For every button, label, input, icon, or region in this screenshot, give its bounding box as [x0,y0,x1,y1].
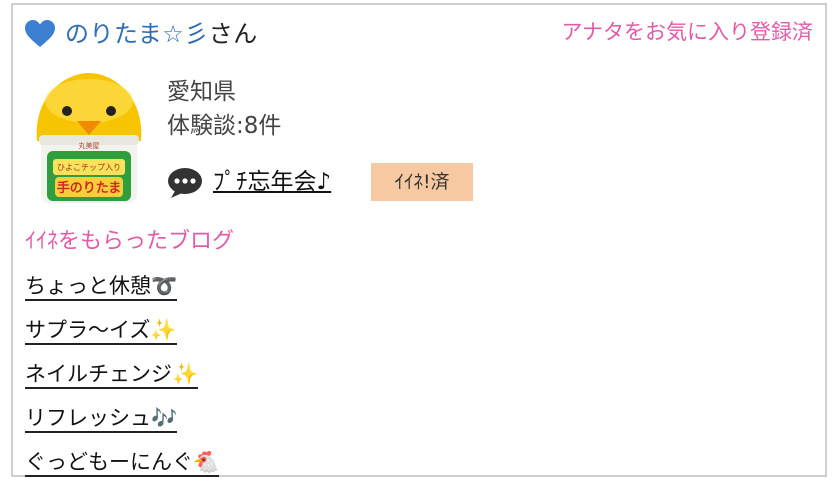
profile-header: のりたま☆彡さん アナタをお気に入り登録済 [25,17,813,51]
blog-link[interactable]: ぐっどもーにんぐ🐔 [25,450,220,477]
blog-link[interactable]: ネイルチェンジ✨ [25,362,199,389]
avatar[interactable]: 丸美屋 ひよこチップ入り 手のりたま [25,71,153,203]
profile-info: 愛知県 体験談:8件 [167,75,281,143]
like-status-badge: ｲｲﾈ!済 [371,163,473,201]
prefecture: 愛知県 [167,79,236,105]
avatar-label-mid: ひよこチップ入り [57,163,121,172]
user-name-suffix: さん [208,20,258,48]
experience-count: 体験談:8件 [167,113,282,139]
chat-bubble-icon [168,168,202,198]
heart-icon [25,20,55,47]
list-item: ぐっどもーにんぐ🐔 [25,447,220,491]
user-profile-card: のりたま☆彡さん アナタをお気に入り登録済 丸美屋 ひよこチップ入り 手のりたま… [11,3,827,477]
blog-link[interactable]: ちょっと休憩➰ [25,274,178,301]
liked-blogs-heading: ｲｲﾈをもらったブログ [25,229,235,254]
list-item: サプラ〜イズ✨ [25,315,219,359]
blog-link[interactable]: リフレッシュ🎶 [25,406,178,433]
latest-post-link[interactable]: ﾌﾟﾁ忘年会♪ [213,165,331,199]
user-name-link[interactable]: のりたま☆彡さん [65,17,258,51]
avatar-image: 丸美屋 ひよこチップ入り 手のりたま [36,73,142,203]
blog-link[interactable]: サプラ〜イズ✨ [25,318,177,345]
list-item: ネイルチェンジ✨ [25,359,219,403]
avatar-label-main: 手のりたま [57,180,122,196]
list-item: ちょっと休憩➰ [25,271,219,315]
user-name[interactable]: のりたま☆彡 [65,20,209,48]
favorite-status: アナタをお気に入り登録済 [561,20,813,44]
liked-blogs-list: ちょっと休憩➰ サプラ〜イズ✨ ネイルチェンジ✨ リフレッシュ🎶 ぐっどもーにん… [25,271,220,491]
list-item: リフレッシュ🎶 [25,403,219,447]
avatar-label-top: 丸美屋 [79,141,100,150]
